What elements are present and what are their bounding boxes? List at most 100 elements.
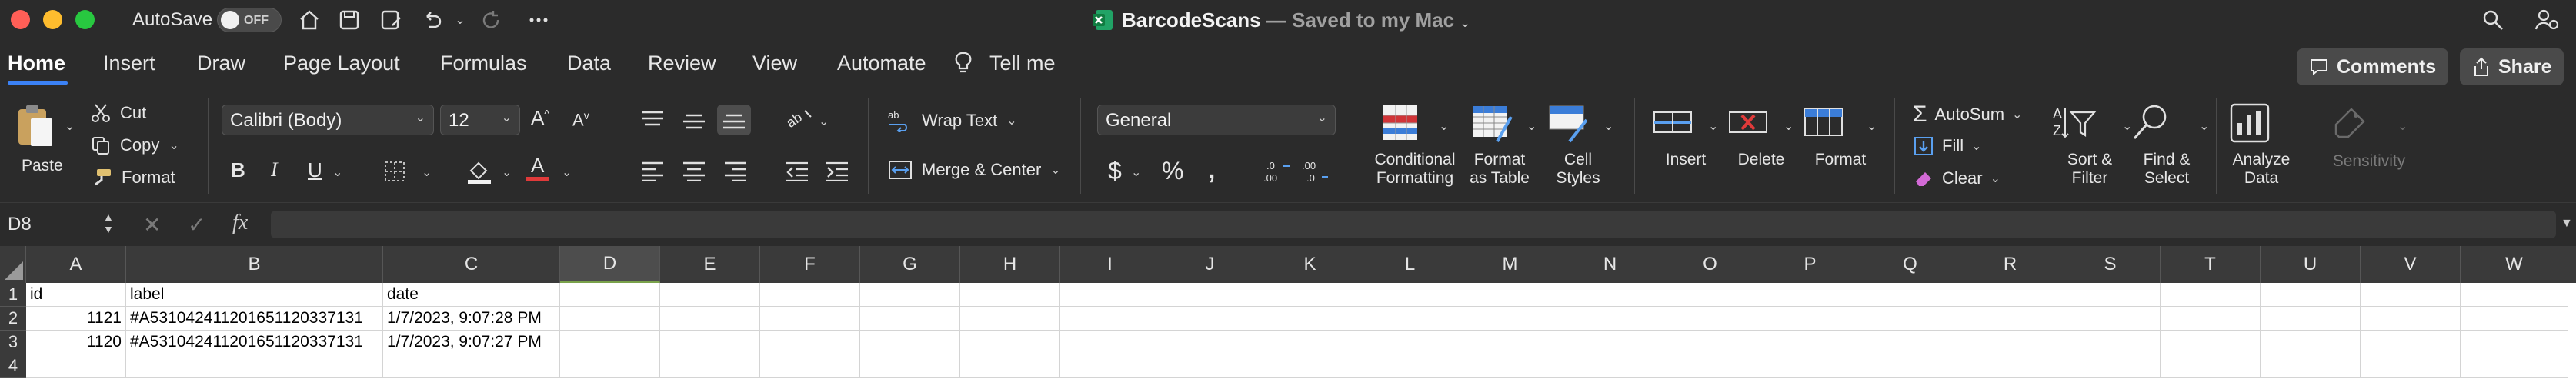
cell-q1[interactable] (1860, 283, 1960, 307)
align-middle-icon[interactable] (682, 109, 706, 131)
orientation-dropdown-icon[interactable]: ⌄ (819, 114, 829, 129)
cell-r1[interactable] (1960, 283, 2060, 307)
format-as-table-button[interactable]: ⌄ Format as Table (1465, 101, 1537, 188)
cell-q4[interactable] (1860, 354, 1960, 378)
more-icon[interactable] (525, 6, 552, 34)
worksheet-grid[interactable]: ABCDEFGHIJKLMNOPQRSTUVW 1 id label date 2 112… (0, 246, 2576, 389)
cell-q3[interactable] (1860, 331, 1960, 354)
tab-review[interactable]: Review (648, 52, 716, 75)
copy-button[interactable]: Copy ⌄ (91, 135, 179, 155)
cell-o2[interactable] (1660, 307, 1760, 331)
borders-icon[interactable] (383, 160, 406, 183)
align-right-icon[interactable] (723, 160, 748, 181)
column-header-p[interactable]: P (1760, 246, 1860, 283)
cell-j3[interactable] (1160, 331, 1260, 354)
cell-k2[interactable] (1260, 307, 1360, 331)
wrap-text-button[interactable]: ab Wrap Text ⌄ (888, 109, 1017, 132)
cell-t3[interactable] (2161, 331, 2261, 354)
tab-automate[interactable]: Automate (837, 52, 926, 75)
cell-n2[interactable] (1560, 307, 1660, 331)
column-header-a[interactable]: A (26, 246, 126, 283)
cell-e3[interactable] (660, 331, 760, 354)
tab-insert[interactable]: Insert (103, 52, 155, 75)
underline-icon[interactable]: U (308, 158, 322, 182)
percent-icon[interactable]: % (1162, 157, 1183, 185)
tab-formulas[interactable]: Formulas (440, 52, 527, 75)
tab-view[interactable]: View (752, 52, 797, 75)
increase-font-size-icon[interactable]: A^ (531, 106, 549, 130)
conditional-formatting-button[interactable]: ⌄ Conditional Formatting (1373, 101, 1457, 188)
font-color-dropdown-icon[interactable]: ⌄ (562, 165, 572, 180)
row-header-3[interactable]: 3 (0, 331, 26, 354)
cell-m4[interactable] (1460, 354, 1560, 378)
cell-g3[interactable] (860, 331, 960, 354)
paste-button[interactable] (14, 103, 57, 152)
cell-n4[interactable] (1560, 354, 1660, 378)
cell-r4[interactable] (1960, 354, 2060, 378)
column-header-r[interactable]: R (1960, 246, 2060, 283)
formula-input[interactable] (271, 211, 2556, 238)
cell-i1[interactable] (1060, 283, 1160, 307)
format-painter-button[interactable]: Format (91, 168, 175, 188)
column-header-e[interactable]: E (660, 246, 760, 283)
borders-dropdown-icon[interactable]: ⌄ (422, 165, 432, 180)
cell-i4[interactable] (1060, 354, 1160, 378)
number-format-dropdown[interactable]: General ⌄ (1097, 105, 1336, 135)
comments-button[interactable]: Comments (2297, 48, 2449, 85)
cell-s3[interactable] (2060, 331, 2161, 354)
align-center-icon[interactable] (682, 160, 706, 181)
analyze-data-button[interactable]: Analyze Data (2227, 100, 2296, 188)
cell-p1[interactable] (1760, 283, 1860, 307)
cell-w1[interactable] (2461, 283, 2568, 307)
font-size-dropdown[interactable]: 12 ⌄ (440, 105, 520, 135)
cell-s4[interactable] (2060, 354, 2161, 378)
cell-l4[interactable] (1360, 354, 1460, 378)
undo-dropdown-icon[interactable]: ⌄ (451, 6, 469, 34)
column-header-l[interactable]: L (1360, 246, 1460, 283)
close-window-button[interactable] (11, 10, 30, 29)
row-header-4[interactable]: 4 (0, 354, 26, 378)
column-header-t[interactable]: T (2161, 246, 2261, 283)
cell-m3[interactable] (1460, 331, 1560, 354)
cell-a1[interactable]: id (26, 283, 126, 307)
cell-k4[interactable] (1260, 354, 1360, 378)
column-header-m[interactable]: M (1460, 246, 1560, 283)
zoom-window-button[interactable] (75, 10, 95, 29)
cell-k3[interactable] (1260, 331, 1360, 354)
cell-w4[interactable] (2461, 354, 2568, 378)
cell-j2[interactable] (1160, 307, 1260, 331)
sensitivity-button[interactable]: ⌄ Sensitivity (2327, 101, 2411, 171)
minimize-window-button[interactable] (43, 10, 62, 29)
cell-o4[interactable] (1660, 354, 1760, 378)
delete-cells-button[interactable]: ⌄ Delete (1727, 101, 1796, 169)
name-box[interactable]: D8 ▲ ▼ (0, 209, 120, 240)
cell-f3[interactable] (760, 331, 860, 354)
paste-dropdown-icon[interactable]: ⌄ (65, 118, 75, 134)
cell-u3[interactable] (2261, 331, 2361, 354)
column-header-w[interactable]: W (2461, 246, 2568, 283)
cell-e2[interactable] (660, 307, 760, 331)
cell-n1[interactable] (1560, 283, 1660, 307)
fill-color-icon[interactable] (466, 158, 492, 185)
currency-dropdown-icon[interactable]: ⌄ (1131, 165, 1141, 180)
cell-i2[interactable] (1060, 307, 1160, 331)
cell-w2[interactable] (2461, 307, 2568, 331)
format-cells-button[interactable]: ⌄ Format (1802, 101, 1879, 169)
column-header-h[interactable]: H (960, 246, 1060, 283)
cell-a4[interactable] (26, 354, 126, 378)
undo-icon[interactable] (419, 6, 446, 34)
align-bottom-button[interactable] (717, 105, 751, 135)
account-settings-icon[interactable] (2533, 6, 2561, 34)
tell-me-search[interactable]: Tell me (989, 52, 1056, 75)
cell-d3[interactable] (560, 331, 660, 354)
autosum-button[interactable]: Σ AutoSum ⌄ (1913, 101, 2022, 128)
column-header-d[interactable]: D (560, 246, 660, 283)
cell-u1[interactable] (2261, 283, 2361, 307)
cell-b4[interactable] (126, 354, 383, 378)
align-top-icon[interactable] (640, 109, 665, 131)
column-header-s[interactable]: S (2060, 246, 2161, 283)
cell-o3[interactable] (1660, 331, 1760, 354)
fill-color-dropdown-icon[interactable]: ⌄ (502, 165, 512, 180)
cell-h2[interactable] (960, 307, 1060, 331)
cell-h4[interactable] (960, 354, 1060, 378)
